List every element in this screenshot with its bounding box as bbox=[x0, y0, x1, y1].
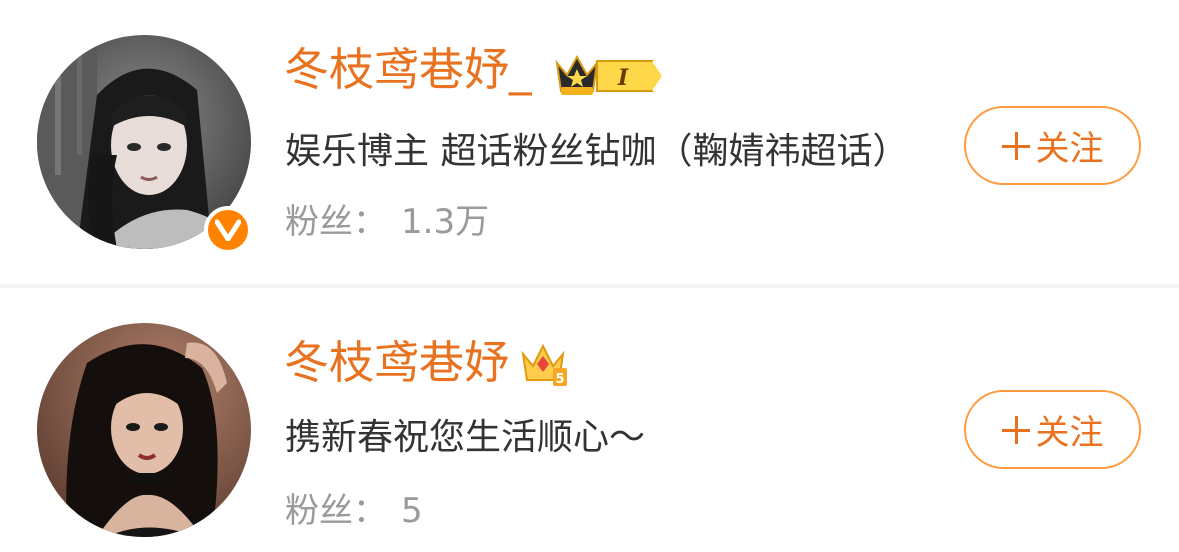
fans-info: 粉丝： 1.3万 bbox=[285, 200, 489, 244]
follow-button[interactable]: 关注 bbox=[964, 106, 1141, 185]
username[interactable]: 冬枝鸢巷妤 bbox=[284, 335, 509, 391]
list-item[interactable]: 冬枝鸢巷妤_ I 娱乐博主 超话粉丝钻咖（鞠婧祎超话） 粉丝： 1.3万 关注 bbox=[0, 0, 1179, 284]
follow-button[interactable]: 关注 bbox=[964, 390, 1141, 469]
level-badge-text: 5 bbox=[555, 372, 564, 387]
user-bio: 携新春祝您生活顺心～ bbox=[285, 417, 646, 458]
username[interactable]: 冬枝鸢巷妤_ bbox=[284, 42, 532, 98]
fans-count: 1.3万 bbox=[401, 202, 490, 242]
fans-count: 5 bbox=[401, 491, 423, 531]
user-list: 冬枝鸢巷妤_ I 娱乐博主 超话粉丝钻咖（鞠婧祎超话） 粉丝： 1.3万 关注 bbox=[0, 0, 1179, 552]
follow-label: 关注 bbox=[1035, 129, 1104, 169]
crown-icon: 5 bbox=[519, 340, 569, 388]
fans-label: 粉丝： bbox=[285, 491, 387, 531]
fans-info: 粉丝： 5 bbox=[285, 489, 423, 533]
user-bio: 娱乐博主 超话粉丝钻咖（鞠婧祎超话） bbox=[285, 131, 909, 172]
list-item[interactable]: 冬枝鸢巷妤 5 携新春祝您生活顺心～ 粉丝： 5 关注 bbox=[0, 288, 1179, 552]
avatar[interactable] bbox=[37, 323, 251, 537]
verified-icon bbox=[204, 206, 252, 254]
follow-label: 关注 bbox=[1035, 413, 1104, 453]
crown-icon: I bbox=[553, 53, 665, 99]
plus-icon bbox=[1001, 415, 1030, 444]
level-badge-text: I bbox=[617, 65, 629, 91]
plus-icon bbox=[1001, 131, 1030, 160]
fans-label: 粉丝： bbox=[285, 202, 387, 242]
